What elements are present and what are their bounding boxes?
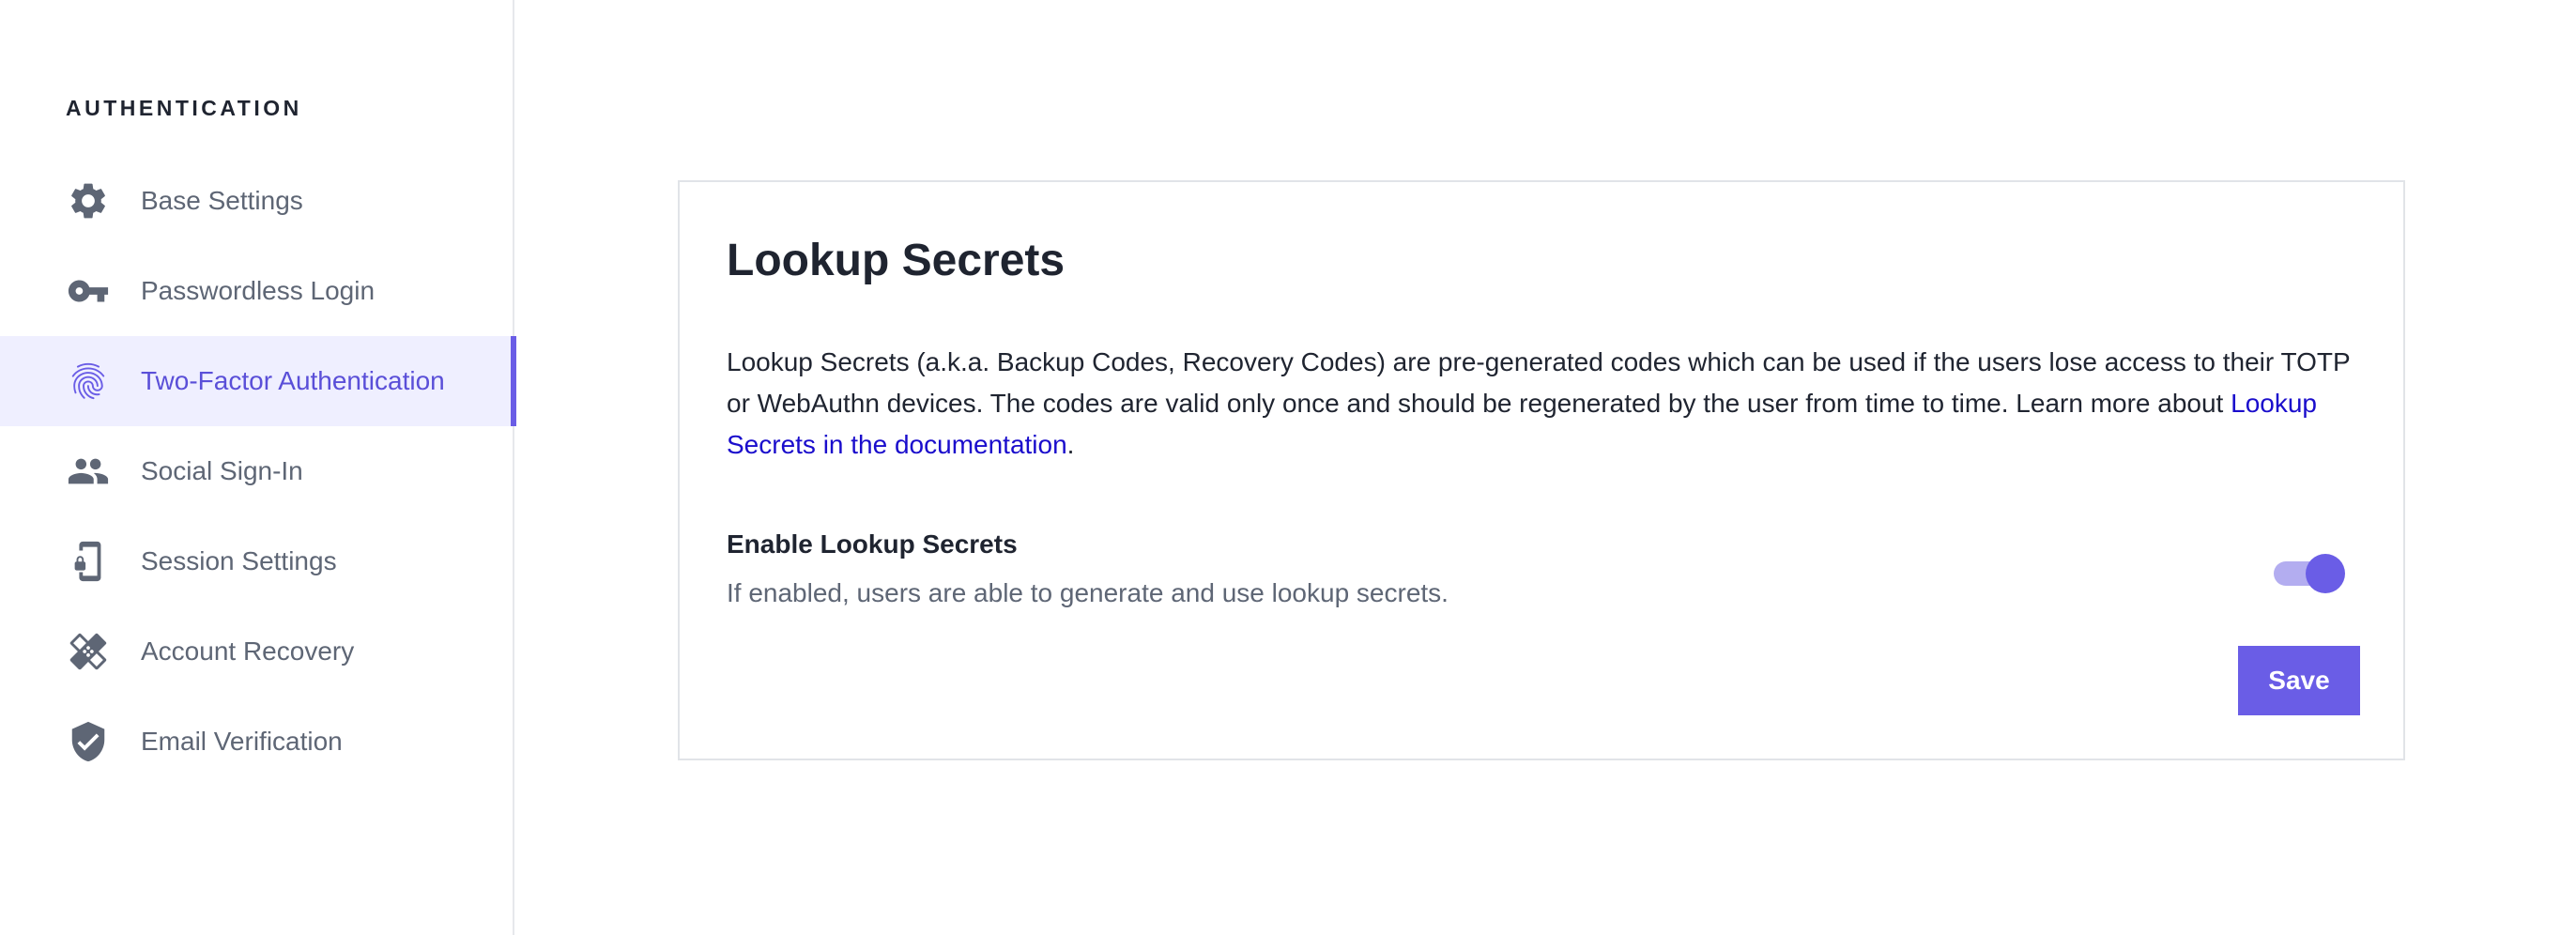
phone-lock-icon [66,539,111,584]
sidebar-item-label: Account Recovery [141,636,355,666]
card-description: Lookup Secrets (a.k.a. Backup Codes, Rec… [727,342,2365,466]
toggle-thumb [2306,554,2345,593]
setting-title: Enable Lookup Secrets [727,529,1018,559]
sidebar-item-label: Base Settings [141,186,303,215]
sidebar-item-label: Social Sign-In [141,456,303,485]
page: AUTHENTICATION Base Settings Passwordles… [0,0,2576,935]
sidebar-item-label: Session Settings [141,546,337,575]
shield-check-icon [66,719,111,764]
sidebar: AUTHENTICATION Base Settings Passwordles… [0,0,516,935]
enable-lookup-secrets-toggle[interactable] [2270,552,2345,593]
sidebar-item-two-factor-authentication[interactable]: Two-Factor Authentication [0,336,516,426]
sidebar-heading: AUTHENTICATION [66,96,302,120]
bandage-icon [66,629,111,674]
sidebar-nav: Base Settings Passwordless Login Two-Fac… [0,156,516,787]
people-icon [66,449,111,494]
lookup-secrets-card: Lookup Secrets Lookup Secrets (a.k.a. Ba… [678,180,2405,760]
key-icon [66,268,111,314]
sidebar-item-passwordless-login[interactable]: Passwordless Login [0,246,514,336]
description-text: Lookup Secrets (a.k.a. Backup Codes, Rec… [727,347,2351,418]
sidebar-item-label: Passwordless Login [141,276,376,305]
sidebar-item-label: Email Verification [141,727,343,756]
save-button[interactable]: Save [2238,646,2360,715]
fingerprint-icon [66,359,111,404]
sidebar-item-email-verification[interactable]: Email Verification [0,697,514,787]
sidebar-item-label: Two-Factor Authentication [141,366,445,395]
card-title: Lookup Secrets [727,236,1066,285]
sidebar-item-account-recovery[interactable]: Account Recovery [0,606,514,697]
sidebar-item-social-sign-in[interactable]: Social Sign-In [0,426,514,516]
sidebar-item-session-settings[interactable]: Session Settings [0,516,514,606]
gear-icon [66,178,111,223]
sidebar-item-base-settings[interactable]: Base Settings [0,156,514,246]
description-end: . [1066,430,1075,459]
setting-help-text: If enabled, users are able to generate a… [727,578,1449,607]
